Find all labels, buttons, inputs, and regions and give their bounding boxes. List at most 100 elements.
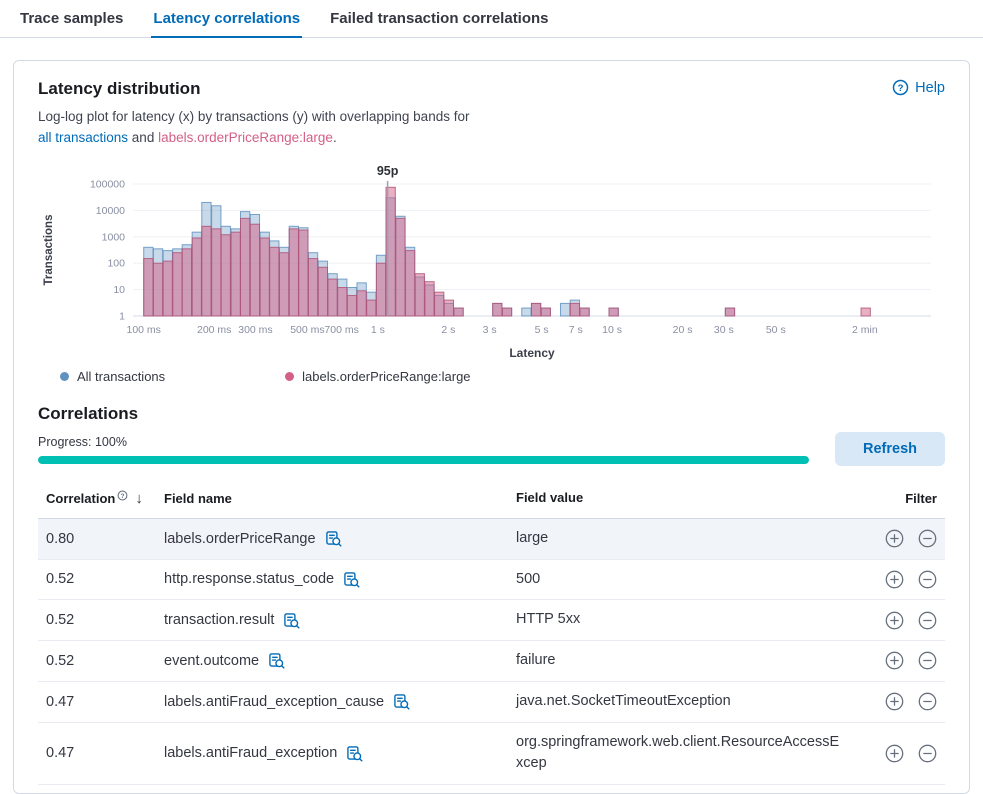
svg-text:500 ms: 500 ms (290, 324, 324, 336)
chart-legend: All transactions labels.orderPriceRange:… (38, 369, 945, 384)
filter-cell (857, 692, 937, 711)
help-label: Help (915, 80, 945, 96)
description-line2: all transactions and labels.orderPriceRa… (38, 128, 945, 149)
field-value: large (516, 528, 857, 550)
field-value: failure (516, 650, 857, 672)
svg-text:10: 10 (113, 284, 125, 296)
field-stats-icon[interactable] (346, 745, 363, 762)
filter-cell (857, 744, 937, 763)
progress-bar (38, 456, 809, 464)
table-row[interactable]: 0.47labels.antiFraud_exceptionorg.spring… (38, 723, 945, 786)
filter-for-value-icon[interactable] (885, 692, 904, 711)
table-row[interactable]: 0.80labels.orderPriceRangelarge (38, 519, 945, 560)
correlation-value: 0.52 (46, 571, 164, 587)
field-stats-icon[interactable] (325, 530, 342, 547)
field-name-cell: labels.antiFraud_exception (164, 745, 516, 762)
correlation-value: 0.52 (46, 612, 164, 628)
panel-title: Latency distribution (38, 79, 200, 99)
field-stats-icon[interactable] (268, 652, 285, 669)
svg-text:100 ms: 100 ms (126, 324, 160, 336)
svg-text:1 s: 1 s (371, 324, 385, 336)
correlation-value: 0.47 (46, 694, 164, 710)
correlations-table: Correlation ? ↓ Field name Field value F… (38, 484, 945, 785)
legend-item-all-transactions[interactable]: All transactions (60, 369, 165, 384)
field-stats-icon[interactable] (343, 571, 360, 588)
field-name: labels.orderPriceRange (164, 531, 316, 547)
svg-text:5 s: 5 s (535, 324, 549, 336)
field-name-cell: labels.antiFraud_exception_cause (164, 693, 516, 710)
svg-text:100000: 100000 (90, 179, 125, 191)
field-name-cell: transaction.result (164, 612, 516, 629)
correlation-header-label: Correlation (46, 491, 115, 506)
sort-descending-icon[interactable]: ↓ (135, 490, 143, 507)
svg-text:50 s: 50 s (766, 324, 786, 336)
tab-bar: Trace samples Latency correlations Faile… (0, 0, 983, 38)
all-transactions-link[interactable]: all transactions (38, 130, 128, 145)
chart-description: Log-log plot for latency (x) by transact… (38, 107, 945, 149)
field-name-cell: http.response.status_code (164, 571, 516, 588)
filter-cell (857, 570, 937, 589)
legend-label-order-price-range: labels.orderPriceRange:large (302, 369, 470, 384)
svg-text:?: ? (121, 493, 125, 500)
help-link[interactable]: ? Help (892, 79, 945, 96)
filter-for-value-icon[interactable] (885, 570, 904, 589)
table-row[interactable]: 0.52event.outcomefailure (38, 641, 945, 682)
description-suffix: . (333, 130, 337, 145)
svg-text:Transactions: Transactions (43, 215, 55, 286)
filter-out-value-icon[interactable] (918, 744, 937, 763)
filter-for-value-icon[interactable] (885, 651, 904, 670)
column-header-correlation[interactable]: Correlation ? ↓ (46, 490, 164, 507)
help-icon: ? (892, 79, 909, 96)
filter-for-value-icon[interactable] (885, 744, 904, 763)
svg-text:1000: 1000 (102, 232, 126, 244)
field-stats-icon[interactable] (283, 612, 300, 629)
filter-out-value-icon[interactable] (918, 529, 937, 548)
field-stats-icon[interactable] (393, 693, 410, 710)
column-header-field-name: Field name (164, 491, 516, 506)
filter-out-value-icon[interactable] (918, 692, 937, 711)
legend-dot-order-price-range (285, 372, 294, 381)
legend-label-all-transactions: All transactions (77, 369, 165, 384)
table-body: 0.80labels.orderPriceRangelarge0.52http.… (38, 519, 945, 785)
column-header-filter: Filter (857, 491, 937, 506)
filter-for-value-icon[interactable] (885, 529, 904, 548)
latency-distribution-chart[interactable]: 110100100010000100000100 ms200 ms300 ms5… (38, 162, 943, 362)
filter-cell (857, 651, 937, 670)
progress-bar-fill (38, 456, 809, 464)
svg-text:?: ? (898, 83, 904, 94)
progress-column: Progress: 100% (38, 435, 809, 464)
field-value: HTTP 5xx (516, 609, 857, 631)
tab-trace-samples[interactable]: Trace samples (18, 0, 125, 37)
field-name: labels.antiFraud_exception_cause (164, 694, 384, 710)
field-name-cell: event.outcome (164, 652, 516, 669)
correlation-info-icon[interactable]: ? (117, 490, 128, 501)
svg-text:3 s: 3 s (483, 324, 497, 336)
legend-item-order-price-range[interactable]: labels.orderPriceRange:large (285, 369, 470, 384)
field-value: java.net.SocketTimeoutException (516, 691, 857, 713)
field-name: transaction.result (164, 612, 274, 628)
description-joiner: and (128, 130, 158, 145)
correlation-value: 0.52 (46, 653, 164, 669)
filter-out-value-icon[interactable] (918, 570, 937, 589)
table-row[interactable]: 0.52transaction.result HTTP 5xx (38, 600, 945, 641)
legend-dot-all-transactions (60, 372, 69, 381)
tab-latency-correlations[interactable]: Latency correlations (151, 0, 302, 38)
table-header-row: Correlation ? ↓ Field name Field value F… (38, 484, 945, 519)
table-row[interactable]: 0.47labels.antiFraud_exception_cause java… (38, 682, 945, 723)
svg-text:95p: 95p (377, 164, 399, 178)
svg-text:300 ms: 300 ms (238, 324, 272, 336)
tab-failed-transaction-correlations[interactable]: Failed transaction correlations (328, 0, 550, 37)
svg-text:1: 1 (119, 311, 125, 323)
filter-out-value-icon[interactable] (918, 651, 937, 670)
svg-text:7 s: 7 s (569, 324, 583, 336)
svg-text:700 ms: 700 ms (324, 324, 358, 336)
field-name: http.response.status_code (164, 571, 334, 587)
refresh-button[interactable]: Refresh (835, 432, 945, 466)
table-row[interactable]: 0.52http.response.status_code500 (38, 560, 945, 601)
filter-out-value-icon[interactable] (918, 611, 937, 630)
svg-text:100: 100 (107, 258, 125, 270)
filter-for-value-icon[interactable] (885, 611, 904, 630)
order-price-range-link[interactable]: labels.orderPriceRange:large (158, 130, 333, 145)
field-value: org.springframework.web.client.ResourceA… (516, 732, 857, 776)
progress-label: Progress: 100% (38, 435, 809, 449)
